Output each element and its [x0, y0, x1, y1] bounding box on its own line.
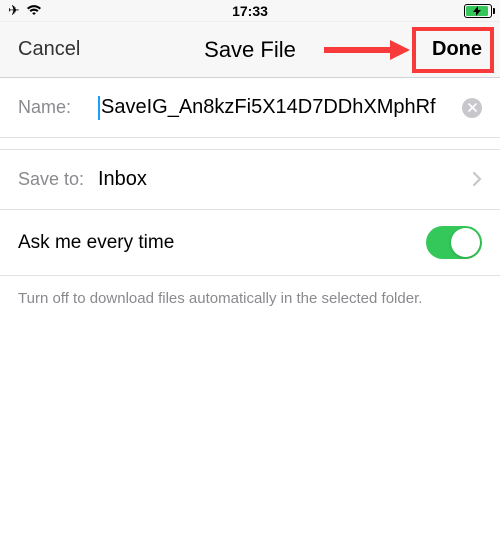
arrow-annotation: [320, 35, 410, 65]
airplane-icon: ✈: [8, 2, 20, 19]
done-button[interactable]: Done: [432, 38, 482, 61]
save-to-label: Save to:: [18, 169, 98, 190]
name-label: Name:: [18, 97, 98, 118]
text-cursor: [98, 96, 100, 120]
nav-bar: Cancel Save File Done: [0, 22, 500, 78]
ask-toggle-switch[interactable]: [426, 226, 482, 259]
page-title: Save File: [204, 37, 296, 63]
name-row[interactable]: Name:: [0, 78, 500, 138]
cancel-button[interactable]: Cancel: [18, 38, 80, 61]
status-time: 17:33: [232, 3, 268, 19]
save-to-value: Inbox: [98, 168, 464, 191]
wifi-icon: [26, 3, 42, 19]
switch-knob: [451, 228, 480, 257]
clear-icon[interactable]: [462, 98, 482, 118]
chevron-right-icon: [472, 167, 482, 193]
ask-toggle-label: Ask me every time: [18, 232, 174, 254]
status-bar: ✈ 17:33: [0, 0, 500, 22]
battery-icon: [464, 4, 492, 18]
ask-toggle-row: Ask me every time: [0, 210, 500, 276]
save-to-row[interactable]: Save to: Inbox: [0, 150, 500, 210]
name-input[interactable]: [101, 96, 456, 119]
description-text: Turn off to download files automatically…: [0, 276, 500, 321]
